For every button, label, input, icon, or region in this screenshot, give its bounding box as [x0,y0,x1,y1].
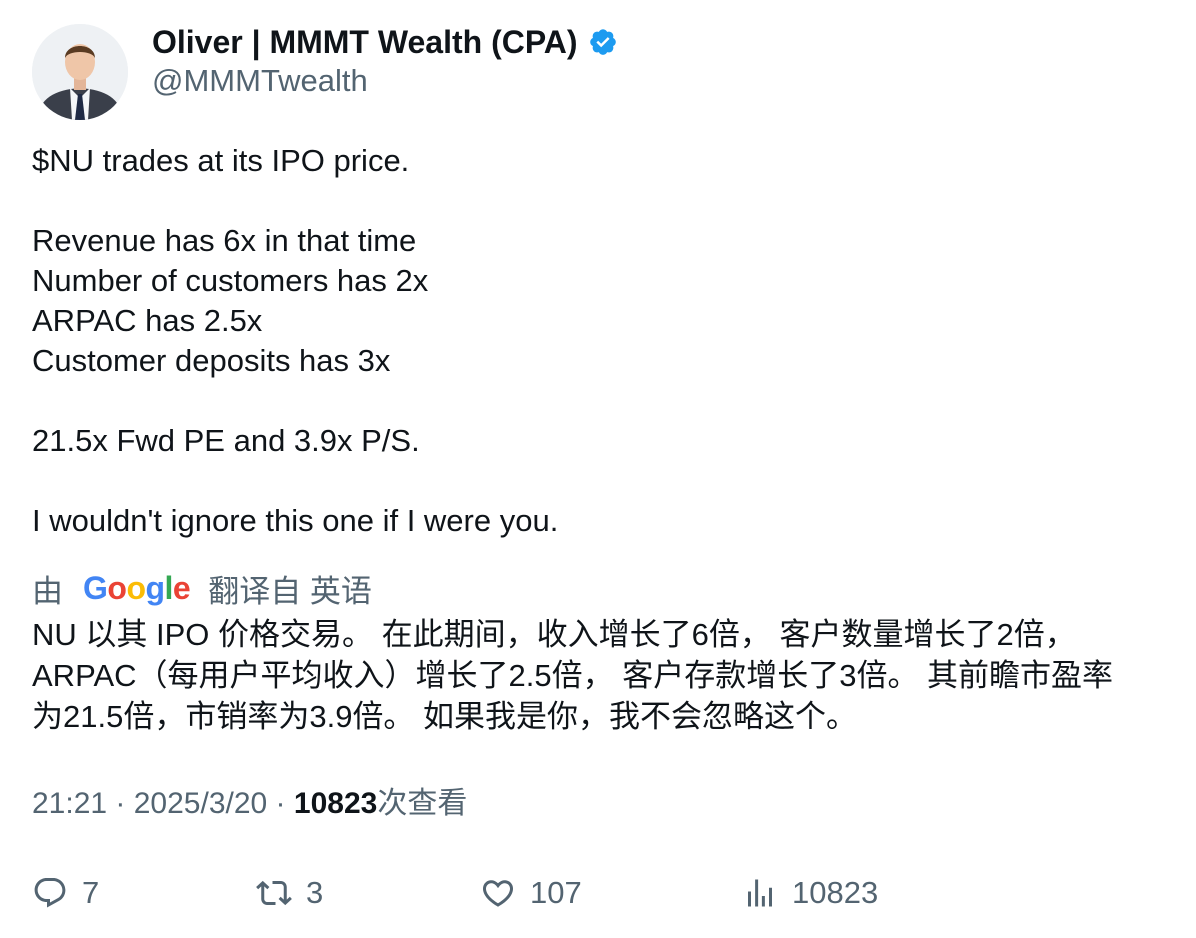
translated-line: 为21.5倍，市销率为3.9倍。 如果我是你，我不会忽略这个。 [32,699,858,734]
reply-count: 7 [82,875,100,910]
translated-line: ARPAC（每用户平均收入）增长了2.5倍， 客户存款增长了3倍。 其前瞻市盈率 [32,658,1114,693]
like-count: 107 [530,875,582,910]
tweet-card: Oliver | MMMT Wealth (CPA) @MMMTwealth $… [0,0,1196,938]
avatar[interactable] [32,24,128,120]
tweet-line: 21.5x Fwd PE and 3.9x P/S. [32,423,420,458]
tweet-line [32,181,558,221]
tweet-line: Customer deposits has 3x [32,343,391,378]
tweet-line: ARPAC has 2.5x [32,303,263,338]
tweet-text: $NU trades at its IPO price. Revenue has… [32,141,558,541]
translated-line: NU 以其 IPO 价格交易。 在此期间，收入增长了6倍， 客户数量增长了2倍， [32,617,1076,652]
tweet-line [32,461,558,501]
tweet-line: $NU trades at its IPO price. [32,143,410,178]
translated-text: NU 以其 IPO 价格交易。 在此期间，收入增长了6倍， 客户数量增长了2倍，… [32,614,1172,737]
retweet-count: 3 [306,875,324,910]
author-name-row: Oliver | MMMT Wealth (CPA) [152,22,618,62]
translation-suffix: 翻译自 英语 [208,573,372,609]
reply-icon [34,878,66,908]
author-handle[interactable]: @MMMTwealth [152,62,368,100]
tweet-line [32,381,558,421]
views-label: 次查看 [377,787,468,820]
reply-button[interactable]: 7 [32,868,99,918]
tweet-line: Revenue has 6x in that time [32,223,417,258]
verified-badge-icon[interactable] [588,27,618,57]
google-logo: Google [83,569,191,606]
analytics-icon [748,879,772,907]
tweet-line: I wouldn't ignore this one if I were you… [32,503,559,538]
views-action-count: 10823 [792,875,879,910]
translation-prefix: 由 [32,573,63,609]
retweet-icon [256,880,292,906]
translation-attribution[interactable]: 由 Google 翻译自 英语 [32,566,372,610]
views-button[interactable]: 10823 [742,868,878,918]
tweet-date[interactable]: 2025/3/20 [134,787,267,820]
tweet-meta: 21:21 · 2025/3/20 · 10823次查看 [32,787,468,820]
author-display-name[interactable]: Oliver | MMMT Wealth (CPA) [152,24,578,61]
like-button[interactable]: 107 [480,868,582,918]
heart-icon [482,880,514,907]
tweet-line: Number of customers has 2x [32,263,429,298]
tweet-time[interactable]: 21:21 [32,787,107,820]
retweet-button[interactable]: 3 [256,868,323,918]
views-count: 10823 [293,787,378,820]
